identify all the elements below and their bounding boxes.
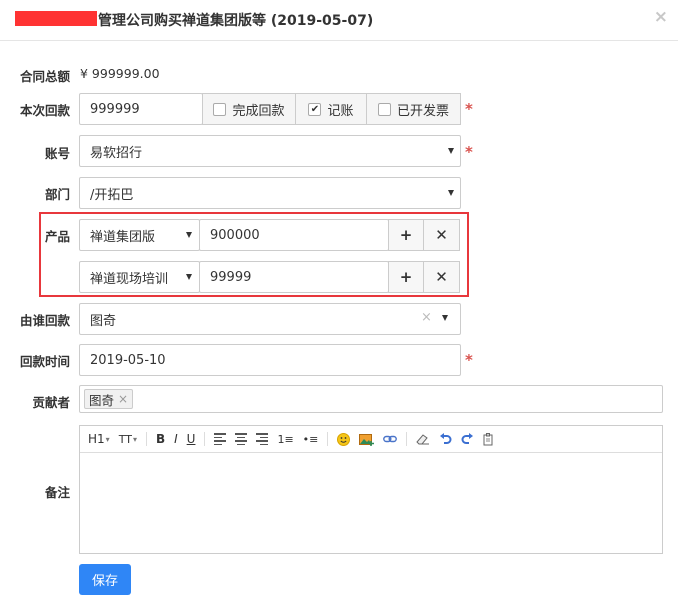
add-product-button[interactable]: + [388, 219, 424, 251]
contributor-tag: 图奇 × [84, 389, 134, 409]
product-amount-input[interactable]: 900000 [199, 219, 389, 251]
product-amount-input[interactable]: 99999 [199, 261, 389, 293]
paste-icon[interactable] [483, 432, 495, 446]
eraser-icon[interactable] [416, 433, 430, 445]
account-value: 易软招行 [90, 145, 143, 161]
account-select[interactable]: 易软招行 [79, 135, 461, 167]
ordered-list-icon[interactable]: 1≡ [277, 433, 293, 446]
save-button[interactable]: 保存 [79, 564, 131, 595]
close-icon[interactable]: × [654, 7, 668, 27]
caret-down-icon [442, 315, 448, 321]
toolbar-divider [327, 432, 329, 446]
contract-total-label: 合同总额 [19, 69, 70, 84]
product-select[interactable]: 禅道集团版 [79, 219, 200, 251]
plus-icon: + [399, 226, 413, 244]
bold-icon[interactable]: B [156, 432, 165, 446]
account-label: 账号 [44, 146, 70, 161]
checkbox-icon [377, 102, 391, 116]
collector-value: 图奇 [90, 313, 117, 329]
image-icon[interactable] [359, 433, 375, 446]
complete-payment-checkbox[interactable]: 完成回款 [202, 93, 296, 125]
department-value: /开拓巴 [90, 187, 134, 203]
toolbar-divider [406, 432, 408, 446]
payment-amount-input[interactable]: 999999 [79, 93, 203, 125]
font-size-label: TT [118, 432, 132, 446]
align-center-icon[interactable] [235, 433, 248, 445]
close-icon: ✕ [435, 268, 448, 286]
department-label: 部门 [44, 187, 70, 202]
caret-down-icon [186, 232, 192, 238]
invoiced-checkbox[interactable]: 已开发票 [366, 93, 461, 125]
redacted-block [15, 11, 97, 26]
caret-down-icon [448, 190, 454, 196]
toolbar-divider [145, 432, 147, 446]
undo-icon[interactable] [439, 433, 452, 445]
redo-icon[interactable] [461, 433, 474, 445]
product-value: 禅道集团版 [90, 229, 156, 245]
caret-down-icon: ▾ [105, 434, 110, 444]
product-value: 禅道现场培训 [90, 271, 169, 287]
font-size-dropdown[interactable]: TT ▾ [119, 433, 137, 446]
required-asterisk: * [465, 351, 473, 369]
notes-editor[interactable]: H1 ▾ TT ▾ B I U 1≡ •≡ [79, 425, 663, 554]
required-asterisk: * [465, 143, 473, 161]
checkbox-icon [213, 102, 227, 116]
required-asterisk: * [465, 100, 473, 118]
unordered-list-icon[interactable]: •≡ [303, 433, 319, 446]
tag-label: 图奇 [89, 392, 115, 408]
toolbar-divider [204, 432, 206, 446]
underline-icon[interactable]: U [187, 432, 196, 446]
product-select[interactable]: 禅道现场培训 [79, 261, 200, 293]
editor-toolbar: H1 ▾ TT ▾ B I U 1≡ •≡ [80, 426, 662, 453]
italic-icon[interactable]: I [174, 432, 178, 446]
dialog-header: 管理公司购买禅道集团版等 (2019-05-07) × [0, 0, 678, 41]
payment-time-label: 回款时间 [19, 354, 70, 369]
caret-down-icon: ▾ [132, 434, 137, 444]
remove-product-button[interactable]: ✕ [423, 261, 460, 293]
add-product-button[interactable]: + [388, 261, 424, 293]
invoiced-label: 已开发票 [396, 103, 449, 119]
dialog-title: 管理公司购买禅道集团版等 (2019-05-07) [98, 13, 374, 29]
notes-label: 备注 [44, 485, 70, 500]
remove-tag-icon[interactable]: × [118, 392, 128, 406]
close-icon: ✕ [435, 226, 448, 244]
clear-icon[interactable]: × [421, 310, 432, 325]
bookkeeping-checkbox[interactable]: ✔ 记账 [295, 93, 367, 125]
contract-total-value: ¥ 999999.00 [80, 66, 160, 81]
caret-down-icon [186, 274, 192, 280]
caret-down-icon [448, 148, 454, 154]
complete-payment-label: 完成回款 [232, 103, 285, 119]
emoji-icon[interactable] [337, 432, 351, 446]
collector-label: 由谁回款 [19, 313, 70, 328]
align-right-icon[interactable] [256, 433, 269, 445]
collector-select[interactable]: 图奇 [79, 303, 461, 335]
plus-icon: + [399, 268, 413, 286]
department-select[interactable]: /开拓巴 [79, 177, 461, 209]
contributor-input[interactable] [79, 385, 663, 413]
payment-date-input[interactable]: 2019-05-10 [79, 344, 461, 376]
align-left-icon[interactable] [214, 433, 227, 445]
payment-label: 本次回款 [19, 103, 70, 118]
remove-product-button[interactable]: ✕ [423, 219, 460, 251]
bookkeeping-label: 记账 [327, 103, 354, 119]
heading-dropdown[interactable]: H1 ▾ [88, 432, 110, 446]
heading-label: H1 [88, 432, 105, 446]
link-icon[interactable] [383, 434, 398, 444]
products-label: 产品 [44, 229, 70, 244]
contributor-label: 贡献者 [32, 395, 70, 410]
checkbox-checked-icon: ✔ [308, 102, 322, 116]
